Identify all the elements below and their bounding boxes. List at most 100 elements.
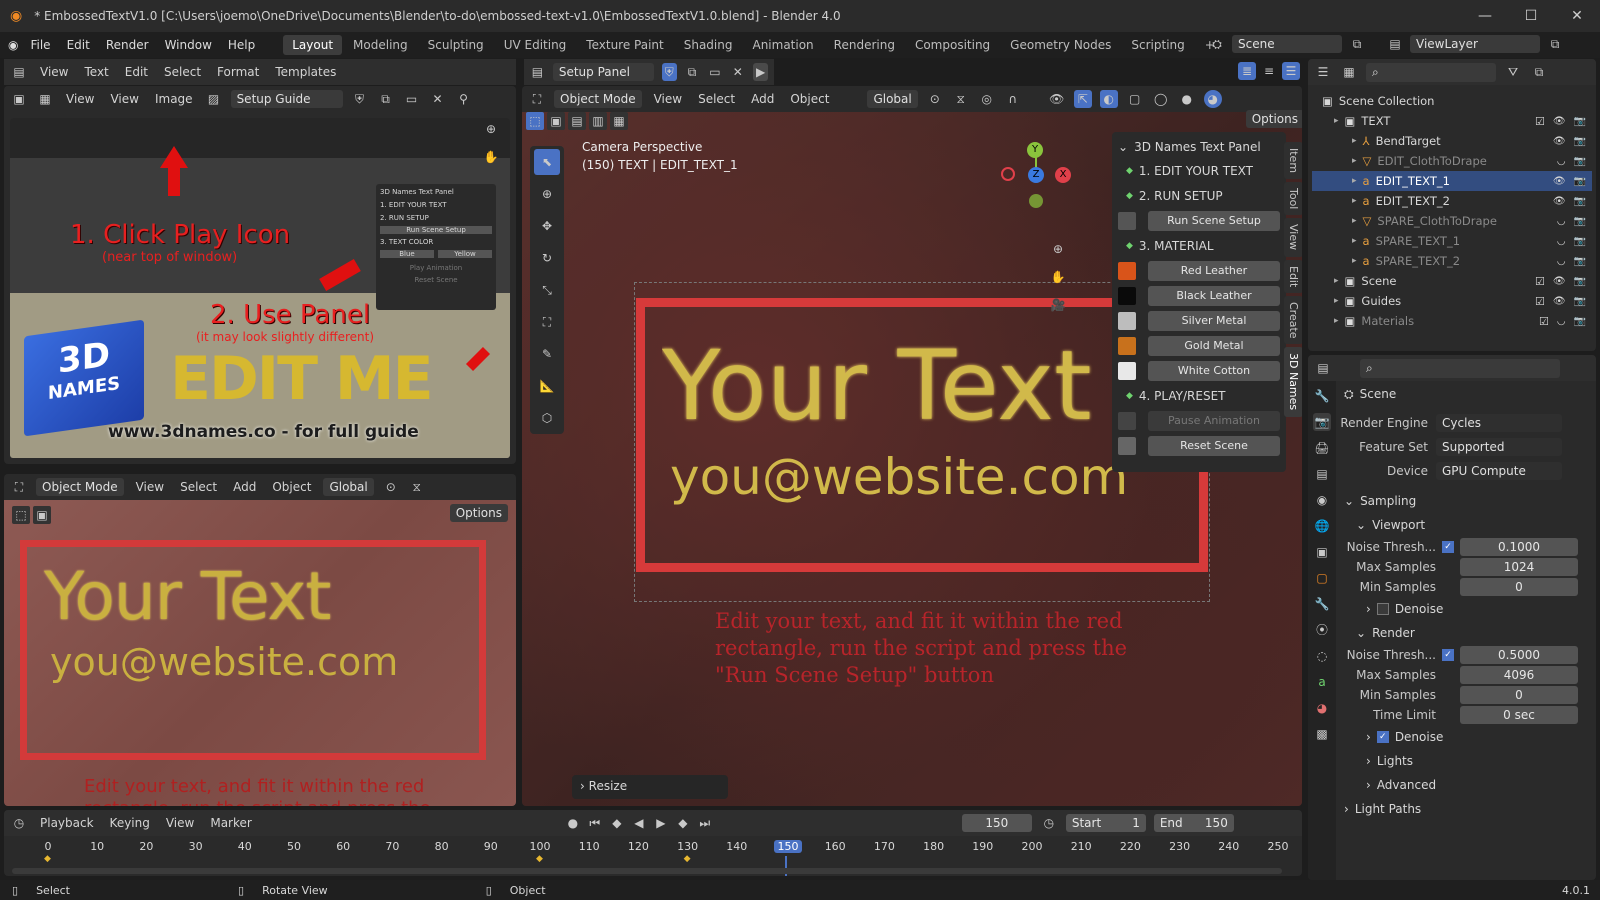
tab-layout[interactable]: Layout — [283, 35, 343, 55]
menu-add[interactable]: Add — [747, 92, 778, 106]
close-button[interactable]: ✕ — [1554, 0, 1600, 32]
outliner-row-edit_text_1[interactable]: ▸ a EDIT_TEXT_1 👁 📷 — [1312, 171, 1592, 191]
menu-select[interactable]: Select — [160, 65, 205, 79]
record-icon[interactable]: ● — [564, 814, 582, 832]
editor-type-icon[interactable]: ☰ — [1314, 63, 1332, 81]
transform-tool-icon[interactable]: ⛶ — [534, 309, 560, 335]
scene-icon[interactable]: ⛭ — [1208, 35, 1226, 53]
menu-image[interactable]: Image — [151, 92, 197, 106]
scale-tool-icon[interactable]: ⤡ — [534, 277, 560, 303]
panel-button-11[interactable]: Reset Scene — [1118, 434, 1280, 458]
filter-icon[interactable]: ⛛ — [1504, 63, 1522, 81]
editor-type-icon[interactable]: ⛶ — [10, 478, 28, 496]
sampling-value-field[interactable]: 0 — [1460, 686, 1578, 704]
orientation-selector[interactable]: Global — [867, 90, 918, 108]
menu-playback[interactable]: Playback — [36, 816, 98, 830]
light-paths-section[interactable]: › Light Paths — [1340, 797, 1592, 821]
render-camera-icon[interactable]: 📷 — [1574, 316, 1586, 327]
render-subsection[interactable]: ⌄ Render — [1340, 621, 1592, 645]
pin-icon[interactable]: ⚲ — [455, 90, 473, 108]
panel-button-label[interactable]: Silver Metal — [1148, 311, 1280, 331]
menu-view[interactable]: View — [106, 92, 142, 106]
scene-tab-icon[interactable]: ◉ — [1313, 491, 1331, 509]
visibility-eye-icon[interactable]: ◡ — [1557, 216, 1566, 227]
denoise-viewport-checkbox[interactable] — [1376, 603, 1389, 615]
rendered-shading-icon[interactable]: ◕ — [1203, 90, 1222, 108]
end-frame-field[interactable]: End 150 — [1153, 814, 1234, 832]
sampling-value-field[interactable]: 0.5000 — [1460, 646, 1578, 664]
render-camera-icon[interactable]: 📷 — [1574, 116, 1586, 127]
jump-end-icon[interactable]: ⏭ — [696, 814, 714, 832]
select-intersect-icon[interactable]: ▦ — [610, 112, 628, 130]
adaptive-sampling-checkbox[interactable]: ✓ — [1442, 541, 1454, 553]
panel-button-10[interactable]: Pause Animation — [1118, 409, 1280, 433]
tab-tool[interactable]: Tool — [1284, 182, 1302, 216]
sampling-value-field[interactable]: 0 sec — [1460, 706, 1578, 724]
new-image-icon[interactable]: ⧉ — [377, 90, 395, 108]
menu-view[interactable]: View — [36, 65, 72, 79]
jump-start-icon[interactable]: ⏮ — [586, 814, 604, 832]
modifier-tab-icon[interactable]: 🔧 — [1313, 595, 1331, 613]
current-frame-field[interactable]: 150 — [961, 814, 1032, 832]
expand-arrow-icon[interactable]: ▸ — [1352, 256, 1357, 266]
denoise-render-checkbox[interactable]: ✓ — [1376, 731, 1389, 743]
menu-select[interactable]: Select — [176, 480, 221, 494]
expand-arrow-icon[interactable]: ▸ — [1352, 156, 1357, 166]
sampling-section[interactable]: ⌄ Sampling — [1340, 489, 1592, 513]
visibility-eye-icon[interactable]: 👁 — [1553, 116, 1566, 127]
measure-tool-icon[interactable]: 📐 — [534, 373, 560, 399]
camera-view-icon[interactable]: 🎥 — [1049, 296, 1067, 314]
tab-animation[interactable]: Animation — [743, 35, 822, 55]
wireframe-shading-icon[interactable]: ◯ — [1152, 90, 1170, 108]
collapse-chevron-icon[interactable]: ⌄ — [1118, 140, 1128, 154]
expand-arrow-icon[interactable]: ▸ — [1352, 216, 1357, 226]
snap-icon[interactable]: ⧖ — [952, 90, 970, 108]
menu-object[interactable]: Object — [268, 480, 315, 494]
device-dropdown[interactable]: GPU Compute — [1436, 462, 1562, 480]
panel-button-8[interactable]: White Cotton — [1118, 359, 1280, 383]
editor-type-icon[interactable]: ▣ — [10, 90, 28, 108]
panel-button-label[interactable]: Reset Scene — [1148, 436, 1280, 456]
adaptive-sampling-checkbox[interactable]: ✓ — [1442, 649, 1454, 661]
image-selector[interactable]: Setup Guide — [230, 90, 343, 108]
outliner-row-materials[interactable]: ▸ ▣ Materials ☑ ◡ 📷 — [1312, 311, 1592, 331]
render-camera-icon[interactable]: 📷 — [1574, 156, 1586, 167]
visibility-eye-icon[interactable]: ◡ — [1557, 236, 1566, 247]
navigation-gizmo[interactable]: Y Z X — [997, 134, 1077, 214]
snap-icon[interactable]: ⧖ — [408, 478, 426, 496]
exclude-checkbox[interactable]: ☑ — [1539, 315, 1549, 328]
falloff-icon[interactable]: ∩ — [1004, 90, 1022, 108]
panel-button-label[interactable]: Pause Animation — [1148, 411, 1280, 431]
tab-uv-editing[interactable]: UV Editing — [495, 35, 576, 55]
tab-scripting[interactable]: Scripting — [1122, 35, 1193, 55]
sampling-value-field[interactable]: 4096 — [1460, 666, 1578, 684]
panel-button-6[interactable]: Silver Metal — [1118, 309, 1280, 333]
tab-texture-paint[interactable]: Texture Paint — [577, 35, 672, 55]
feature-set-dropdown[interactable]: Supported — [1436, 438, 1562, 456]
viewlayer-selector[interactable]: ViewLayer — [1410, 35, 1540, 53]
view-layer-tab-icon[interactable]: ▤ — [1313, 465, 1331, 483]
visibility-eye-icon[interactable]: 👁 — [1553, 136, 1566, 147]
tab-shading[interactable]: Shading — [675, 35, 742, 55]
expand-arrow-icon[interactable]: ▸ — [1352, 196, 1357, 206]
tab-geometry-nodes[interactable]: Geometry Nodes — [1001, 35, 1120, 55]
proportional-icon[interactable]: ◎ — [978, 90, 996, 108]
tab-3d-names[interactable]: 3D Names — [1284, 347, 1302, 417]
outliner-row-scene[interactable]: ▸ ▣ Scene ☑ 👁 📷 — [1312, 271, 1592, 291]
tab-item[interactable]: Item — [1284, 142, 1302, 180]
material-tab-icon[interactable]: ◕ — [1313, 699, 1331, 717]
editor-type-icon[interactable]: ▤ — [1314, 359, 1332, 377]
sampling-value-field[interactable]: 0 — [1460, 578, 1578, 596]
expand-arrow-icon[interactable]: ▸ — [1334, 116, 1339, 126]
select-tool-icon[interactable]: ⬉ — [534, 149, 560, 175]
menu-marker[interactable]: Marker — [206, 816, 255, 830]
texture-tab-icon[interactable]: ▩ — [1313, 725, 1331, 743]
menu-format[interactable]: Format — [213, 65, 263, 79]
menu-edit[interactable]: Edit — [59, 38, 98, 52]
fake-user-icon[interactable]: ⛨ — [351, 90, 369, 108]
text-file-icon[interactable]: ▤ — [530, 63, 545, 81]
last-operator-panel[interactable]: › Resize — [572, 775, 728, 799]
editor-type-icon[interactable]: ▤ — [10, 63, 28, 81]
denoise-render-section[interactable]: › ✓ Denoise — [1340, 725, 1592, 749]
menu-view[interactable]: View — [162, 816, 198, 830]
